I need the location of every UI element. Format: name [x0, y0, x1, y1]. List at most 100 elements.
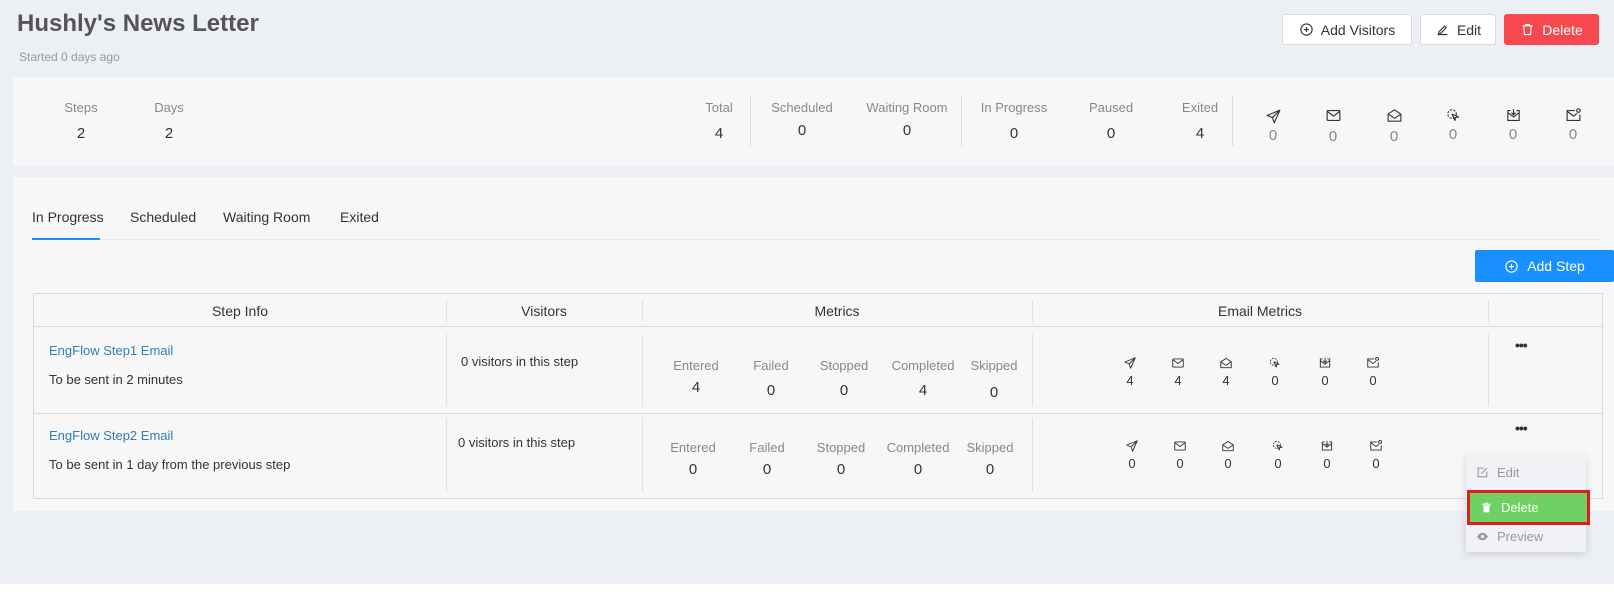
divider — [446, 334, 447, 406]
metric-label: Failed — [753, 358, 789, 373]
visitors-count: 0 visitors in this step — [458, 435, 576, 450]
stat-value: 4 — [714, 125, 724, 142]
divider — [446, 418, 447, 492]
email-metric-value: 0 — [1369, 373, 1377, 388]
email-metric-value: 0 — [1372, 456, 1380, 471]
divider — [1232, 96, 1233, 146]
page-subtitle: Started 0 days ago — [19, 50, 120, 64]
send-icon — [1125, 439, 1139, 453]
metric-value: 0 — [985, 461, 995, 478]
email-metric-value: 0 — [1274, 456, 1282, 471]
stat-value: 0 — [1448, 126, 1458, 143]
stat-value: 2 — [164, 125, 174, 142]
email-metric-clicked: 0 — [1266, 439, 1290, 471]
mail-icon — [1171, 356, 1185, 370]
metric-value: 0 — [766, 382, 776, 399]
stat-scheduled: Scheduled 0 — [762, 100, 842, 139]
edit-button[interactable]: Edit — [1420, 14, 1496, 45]
divider — [446, 300, 447, 322]
stat-value: 0 — [1508, 126, 1518, 143]
divider — [1032, 300, 1033, 322]
tab-waiting-room[interactable]: Waiting Room — [223, 209, 310, 240]
click-icon — [1445, 107, 1462, 124]
email-metric-sent: 4 — [1118, 356, 1142, 388]
step-name-link[interactable]: EngFlow Step2 Email — [49, 428, 173, 443]
stat-steps: Steps 2 — [61, 100, 101, 142]
stat-in-progress: In Progress 0 — [969, 100, 1059, 142]
visitors-count: 0 visitors in this step — [461, 354, 579, 369]
stat-waiting-room: Waiting Room 0 — [859, 100, 955, 139]
metric-entered: Entered 0 — [653, 440, 733, 478]
divider — [1032, 418, 1033, 492]
stats-bar: Steps 2 Days 2 Total 4 Scheduled 0 Waiti… — [13, 77, 1614, 166]
mail-icon — [1173, 439, 1187, 453]
email-metric-clicked: 0 — [1263, 356, 1287, 388]
delete-label: Delete — [1542, 21, 1583, 38]
tab-in-progress[interactable]: In Progress — [32, 209, 104, 240]
add-step-button[interactable]: Add Step — [1475, 250, 1614, 282]
steps-table: Step Info Visitors Metrics Email Metrics… — [33, 293, 1603, 499]
stat-value: 4 — [1195, 125, 1205, 142]
menu-item-preview[interactable]: Preview — [1466, 521, 1586, 551]
email-metric-replied: 0 — [1364, 439, 1388, 471]
menu-item-label: Delete — [1501, 500, 1539, 515]
stat-exited: Exited 4 — [1165, 100, 1235, 142]
eye-icon — [1476, 530, 1489, 543]
metric-label: Completed — [886, 440, 950, 455]
email-metric-value: 0 — [1321, 373, 1329, 388]
stat-label: Paused — [1088, 100, 1134, 115]
add-visitors-label: Add Visitors — [1320, 21, 1396, 38]
stat-label: Scheduled — [771, 100, 833, 115]
metric-value: 0 — [839, 382, 849, 399]
add-step-label: Add Step — [1527, 258, 1585, 274]
email-metric-value: 4 — [1222, 373, 1230, 388]
stat-replied: 0 — [1558, 107, 1588, 143]
divider — [961, 96, 962, 146]
email-metric-opened: 4 — [1214, 356, 1238, 388]
metric-failed: Failed 0 — [731, 358, 811, 399]
metric-value: 0 — [836, 461, 846, 478]
menu-item-delete[interactable]: Delete — [1467, 490, 1590, 525]
stat-label: Exited — [1181, 100, 1219, 115]
tab-exited[interactable]: Exited — [340, 209, 379, 240]
metric-label: Failed — [749, 440, 785, 455]
step-name-link[interactable]: EngFlow Step1 Email — [49, 343, 173, 358]
email-metric-value: 0 — [1323, 456, 1331, 471]
stat-value: 2 — [76, 125, 86, 142]
stat-paused: Paused 0 — [1076, 100, 1146, 142]
stat-value: 0 — [1389, 128, 1399, 145]
tab-bar: In Progress Scheduled Waiting Room Exite… — [32, 209, 1602, 240]
delete-button[interactable]: Delete — [1504, 14, 1599, 45]
metric-stopped: Stopped 0 — [801, 440, 881, 478]
edit-label: Edit — [1456, 21, 1482, 38]
column-header: Metrics — [814, 302, 860, 319]
row-action-menu: Edit Delete Preview — [1466, 455, 1590, 552]
email-metric-value: 4 — [1126, 373, 1134, 388]
metric-stopped: Stopped 0 — [804, 358, 884, 399]
stat-sent: 0 — [1258, 108, 1288, 144]
metric-label: Completed — [891, 358, 955, 373]
metric-label: Skipped — [970, 358, 1018, 373]
tab-scheduled[interactable]: Scheduled — [130, 209, 196, 240]
menu-item-edit[interactable]: Edit — [1466, 457, 1586, 487]
edit-icon — [1435, 22, 1450, 37]
more-menu-button[interactable]: ••• — [1515, 337, 1528, 353]
stat-delivered: 0 — [1318, 107, 1348, 145]
email-metric-replied: 0 — [1361, 356, 1385, 388]
mail-badge-icon — [1565, 107, 1582, 124]
metric-label: Entered — [673, 358, 719, 373]
mail-badge-icon — [1366, 356, 1380, 370]
stat-value: 0 — [1106, 125, 1116, 142]
menu-item-label: Edit — [1497, 464, 1520, 480]
add-visitors-button[interactable]: Add Visitors — [1282, 14, 1412, 45]
mail-open-icon — [1386, 107, 1403, 124]
divider — [642, 418, 643, 492]
email-metric-value: 4 — [1174, 373, 1182, 388]
send-icon — [1265, 108, 1282, 125]
more-menu-button[interactable]: ••• — [1515, 420, 1528, 436]
stat-value: 0 — [797, 122, 807, 139]
step-schedule: To be sent in 1 day from the previous st… — [49, 457, 291, 472]
table-header: Step Info Visitors Metrics Email Metrics — [34, 294, 1602, 327]
email-metric-received: 0 — [1313, 356, 1337, 388]
divider — [642, 300, 643, 322]
